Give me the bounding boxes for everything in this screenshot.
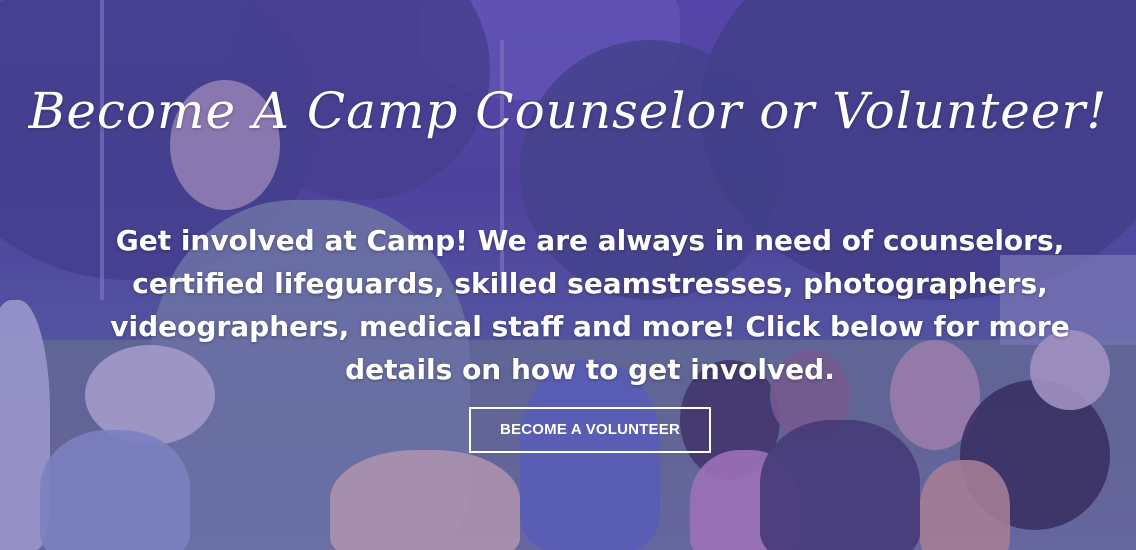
hero-section: Become A Camp Counselor or Volunteer! Ge…: [0, 0, 1136, 550]
hero-description: Get involved at Camp! We are always in n…: [110, 224, 1070, 386]
become-volunteer-button[interactable]: BECOME A VOLUNTEER: [469, 407, 711, 453]
hero-content: Become A Camp Counselor or Volunteer! Ge…: [0, 0, 1136, 550]
hero-title: Become A Camp Counselor or Volunteer!: [28, 82, 1108, 140]
